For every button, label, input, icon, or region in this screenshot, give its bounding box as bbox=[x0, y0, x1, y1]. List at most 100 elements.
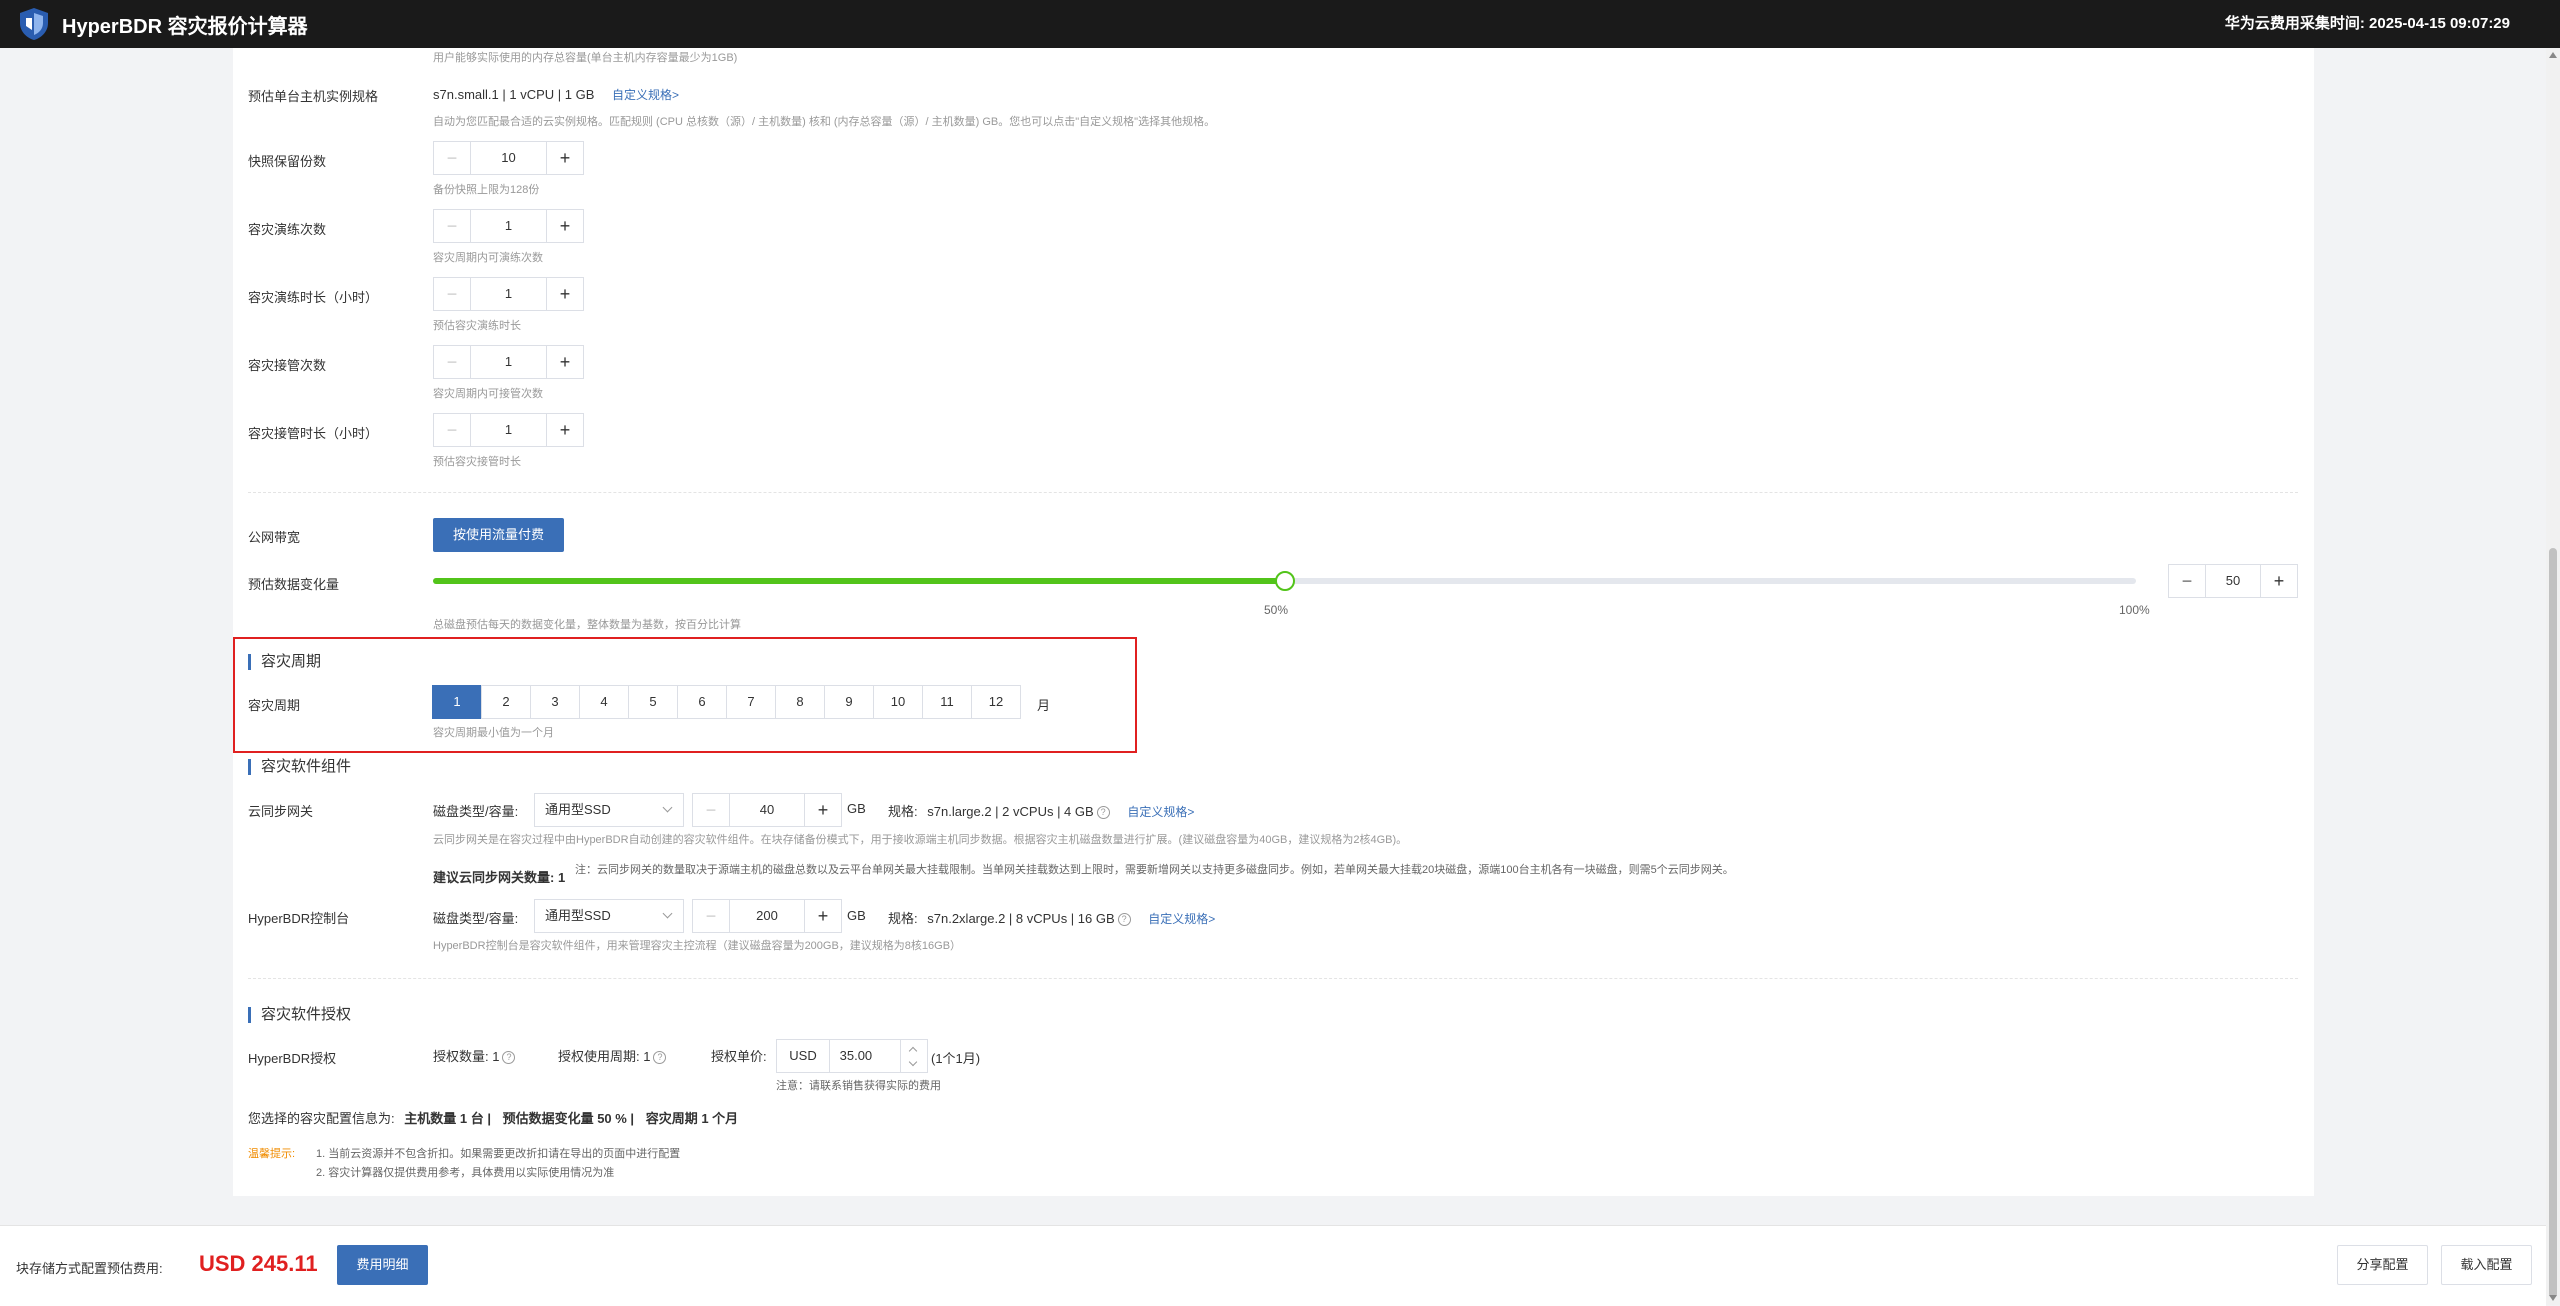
console-spec-label: 规格: bbox=[888, 911, 918, 926]
instance-hint: 自动为您匹配最合适的云实例规格。匹配规则 (CPU 总核数（源）/ 主机数量) … bbox=[433, 116, 1216, 128]
takeover-duration-decrement-button[interactable]: − bbox=[434, 414, 471, 446]
scroll-down-icon[interactable] bbox=[2549, 1295, 2557, 1301]
console-disk-type-select[interactable]: 通用型SSD bbox=[534, 899, 684, 933]
gateway-size-decrement-button[interactable]: − bbox=[693, 794, 730, 826]
license-price-value[interactable]: 35.00 bbox=[840, 1048, 873, 1063]
console-disk-label: 磁盘类型/容量: bbox=[433, 911, 519, 926]
summary-change: 预估数据变化量 50 % | bbox=[502, 1111, 635, 1126]
footer-bar: 块存储方式配置预估费用: USD 245.11 费用明细 分享配置 载入配置 bbox=[0, 1225, 2546, 1306]
console-size-value[interactable]: 200 bbox=[730, 900, 804, 932]
snapshot-value[interactable]: 10 bbox=[471, 142, 546, 174]
license-per: (1个1月) bbox=[931, 1051, 981, 1066]
console-custom-spec-link[interactable]: 自定义规格> bbox=[1148, 912, 1215, 926]
takeover-duration-increment-button[interactable]: + bbox=[546, 414, 583, 446]
scroll-up-icon[interactable] bbox=[2549, 52, 2557, 58]
pay-by-traffic-button[interactable]: 按使用流量付费 bbox=[433, 518, 564, 552]
change-rate-stepper[interactable]: − 50 + bbox=[2168, 564, 2298, 598]
drill-duration-decrement-button[interactable]: − bbox=[434, 278, 471, 310]
share-config-button[interactable]: 分享配置 bbox=[2337, 1245, 2428, 1285]
takeover-count-decrement-button[interactable]: − bbox=[434, 346, 471, 378]
license-period: 授权使用周期: 1? bbox=[558, 1046, 667, 1065]
console-size-stepper[interactable]: − 200 + bbox=[692, 899, 842, 933]
components-section-title: 容灾软件组件 bbox=[248, 759, 351, 775]
period-option-1[interactable]: 1 bbox=[432, 685, 482, 719]
takeover-count-value[interactable]: 1 bbox=[471, 346, 546, 378]
gateway-size-unit: GB bbox=[847, 801, 866, 816]
console-label: HyperBDR控制台 bbox=[248, 911, 350, 926]
gateway-size-stepper[interactable]: − 40 + bbox=[692, 793, 842, 827]
console-spec-value: s7n.2xlarge.2 | 8 vCPUs | 16 GB bbox=[927, 911, 1115, 926]
period-option-2[interactable]: 2 bbox=[481, 685, 531, 719]
takeover-duration-value[interactable]: 1 bbox=[471, 414, 546, 446]
drill-duration-stepper[interactable]: − 1 + bbox=[433, 277, 584, 311]
change-rate-value[interactable]: 50 bbox=[2206, 565, 2260, 597]
load-config-button[interactable]: 载入配置 bbox=[2441, 1245, 2532, 1285]
license-currency: USD bbox=[777, 1040, 830, 1072]
help-icon[interactable]: ? bbox=[502, 1051, 516, 1064]
period-option-7[interactable]: 7 bbox=[726, 685, 776, 719]
gateway-spec: 规格: s7n.large.2 | 2 vCPUs | 4 GB? 自定义规格> bbox=[888, 801, 1194, 820]
snapshot-stepper[interactable]: − 10 + bbox=[433, 141, 584, 175]
gateway-size-value[interactable]: 40 bbox=[730, 794, 804, 826]
help-icon[interactable]: ? bbox=[1096, 806, 1110, 819]
period-options: 1 2 3 4 5 6 7 8 9 10 11 12 bbox=[432, 685, 1021, 719]
drill-count-decrement-button[interactable]: − bbox=[434, 210, 471, 242]
divider bbox=[248, 978, 2298, 979]
console-size-unit: GB bbox=[847, 908, 866, 923]
scroll-thumb[interactable] bbox=[2549, 548, 2557, 1298]
drill-count-increment-button[interactable]: + bbox=[546, 210, 583, 242]
help-icon[interactable]: ? bbox=[1117, 913, 1131, 926]
license-label: HyperBDR授权 bbox=[248, 1051, 337, 1066]
tips-line-1: 1. 当前云资源并不包含折扣。如果需要更改折扣请在导出的页面中进行配置 bbox=[316, 1148, 681, 1160]
drill-duration-value[interactable]: 1 bbox=[471, 278, 546, 310]
takeover-duration-label: 容灾接管时长（小时） bbox=[248, 426, 379, 441]
change-rate-slider[interactable] bbox=[433, 571, 2136, 591]
period-option-5[interactable]: 5 bbox=[628, 685, 678, 719]
change-rate-label: 预估数据变化量 bbox=[248, 577, 340, 592]
period-option-3[interactable]: 3 bbox=[530, 685, 580, 719]
tips-label: 温馨提示: bbox=[248, 1148, 296, 1160]
takeover-duration-stepper[interactable]: − 1 + bbox=[433, 413, 584, 447]
console-size-increment-button[interactable]: + bbox=[804, 900, 841, 932]
gateway-custom-spec-link[interactable]: 自定义规格> bbox=[1127, 805, 1194, 819]
license-count: 授权数量: 1? bbox=[433, 1046, 516, 1065]
drill-duration-increment-button[interactable]: + bbox=[546, 278, 583, 310]
help-icon[interactable]: ? bbox=[653, 1051, 667, 1064]
period-option-4[interactable]: 4 bbox=[579, 685, 629, 719]
drill-count-stepper[interactable]: − 1 + bbox=[433, 209, 584, 243]
shield-logo-icon bbox=[20, 8, 48, 40]
drill-duration-label: 容灾演练时长（小时） bbox=[248, 290, 379, 305]
snapshot-decrement-button[interactable]: − bbox=[434, 142, 471, 174]
period-option-11[interactable]: 11 bbox=[922, 685, 972, 719]
takeover-count-stepper[interactable]: − 1 + bbox=[433, 345, 584, 379]
summary-period: 容灾周期 1 个月 bbox=[645, 1111, 739, 1126]
slider-max-label: 100% bbox=[2119, 603, 2150, 617]
period-option-12[interactable]: 12 bbox=[971, 685, 1021, 719]
period-option-9[interactable]: 9 bbox=[824, 685, 874, 719]
change-rate-decrement-button[interactable]: − bbox=[2169, 565, 2206, 597]
change-rate-increment-button[interactable]: + bbox=[2260, 565, 2297, 597]
console-size-decrement-button[interactable]: − bbox=[693, 900, 730, 932]
chevron-down-icon bbox=[662, 908, 673, 919]
cost-detail-button[interactable]: 费用明细 bbox=[337, 1245, 428, 1285]
period-option-10[interactable]: 10 bbox=[873, 685, 923, 719]
slider-handle[interactable] bbox=[1274, 571, 1295, 591]
app-title: HyperBDR 容灾报价计算器 bbox=[62, 15, 308, 38]
snapshot-increment-button[interactable]: + bbox=[546, 142, 583, 174]
divider bbox=[248, 492, 2298, 493]
gateway-size-increment-button[interactable]: + bbox=[804, 794, 841, 826]
period-option-6[interactable]: 6 bbox=[677, 685, 727, 719]
chevron-up-icon[interactable] bbox=[908, 1046, 918, 1056]
instance-value: s7n.small.1 | 1 vCPU | 1 GB 自定义规格> bbox=[433, 86, 679, 103]
takeover-count-increment-button[interactable]: + bbox=[546, 346, 583, 378]
page-scrollbar[interactable] bbox=[2546, 48, 2560, 1305]
period-option-8[interactable]: 8 bbox=[775, 685, 825, 719]
price-spinner[interactable] bbox=[900, 1040, 927, 1072]
chevron-down-icon[interactable] bbox=[908, 1057, 918, 1067]
gateway-disk-type-value: 通用型SSD bbox=[545, 802, 611, 817]
custom-spec-link[interactable]: 自定义规格> bbox=[612, 88, 679, 102]
license-price-input[interactable]: USD 35.00 bbox=[776, 1039, 928, 1073]
drill-count-value[interactable]: 1 bbox=[471, 210, 546, 242]
gateway-disk-type-select[interactable]: 通用型SSD bbox=[534, 793, 684, 827]
console-hint: HyperBDR控制台是容灾软件组件，用来管理容灾主控流程（建议磁盘容量为200… bbox=[433, 940, 962, 952]
